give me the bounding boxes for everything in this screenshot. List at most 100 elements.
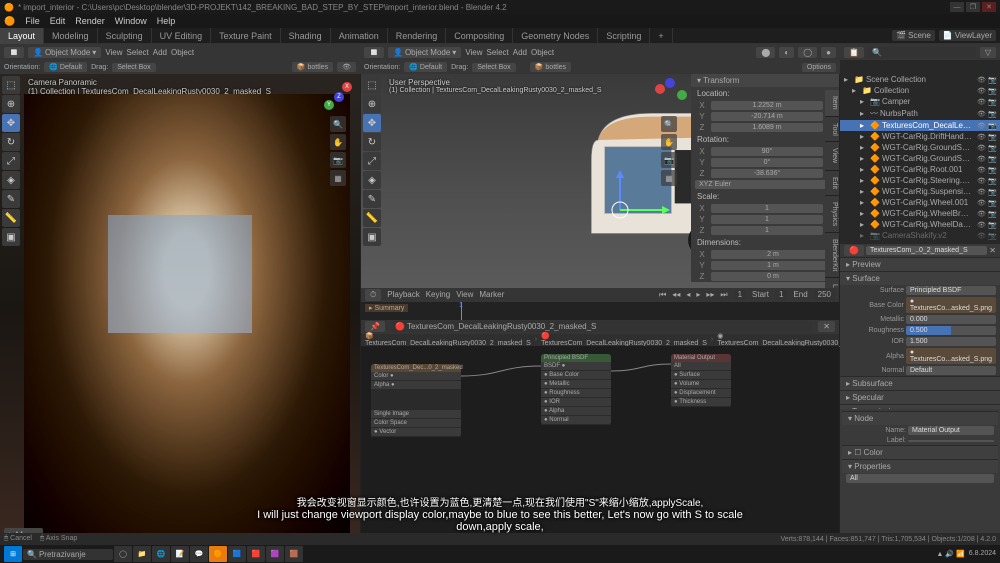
scale-y-input[interactable]: 1	[711, 215, 823, 224]
surface-shader[interactable]: Principled BSDF	[906, 286, 996, 295]
render-icon[interactable]: 📷	[988, 166, 998, 174]
current-frame[interactable]: 1	[734, 289, 746, 300]
render-icon[interactable]: 📷	[988, 221, 998, 229]
pin-icon[interactable]: 📌	[365, 321, 385, 332]
selectbox[interactable]: Select Box	[472, 63, 515, 72]
camera-icon[interactable]: 📷	[661, 152, 677, 168]
tree-toggle-icon[interactable]: ▸	[860, 121, 868, 130]
tool-select[interactable]: ⬚	[2, 76, 20, 94]
surface-section[interactable]: ▾ Surface	[840, 271, 1000, 285]
loc-x-input[interactable]: 1.2252 m	[711, 101, 823, 110]
prev-key-icon[interactable]: ◂◂	[672, 290, 680, 299]
vtab-tool[interactable]: Tool	[825, 117, 839, 143]
tool-addcube[interactable]: ▣	[2, 228, 20, 246]
taskbar-clock[interactable]: 6.8.2024	[969, 550, 996, 558]
task-icon[interactable]: ◯	[114, 546, 132, 562]
tree-toggle-icon[interactable]: ▸	[860, 198, 868, 207]
outliner-item[interactable]: ▸🔶TexturesCom_DecalLeakingRusty003(👁📷	[840, 120, 1000, 131]
task-app[interactable]: 🟪	[266, 546, 284, 562]
eye-icon[interactable]: 👁	[977, 122, 987, 130]
minimize-button[interactable]: —	[950, 2, 964, 12]
viewlayer-field[interactable]: 📄 ViewLayer	[939, 30, 996, 41]
pan-icon[interactable]: ✋	[330, 134, 346, 150]
outliner-filter[interactable]: ▽	[980, 47, 996, 58]
eye-icon[interactable]: 👁	[977, 98, 987, 106]
eye-icon[interactable]: 👁	[977, 144, 987, 152]
eye-icon[interactable]: 👁	[977, 133, 987, 141]
nside-color[interactable]: ▸ ☐ Color	[842, 445, 998, 459]
nside-node[interactable]: ▾ Node	[842, 411, 998, 425]
render-icon[interactable]: 📷	[988, 133, 998, 141]
unlink-icon[interactable]: ✕	[818, 321, 835, 332]
scale-z-input[interactable]: 1	[711, 226, 823, 235]
tool-transform[interactable]: ◈	[2, 171, 20, 189]
task-browser[interactable]: 🌐	[152, 546, 170, 562]
transform-header[interactable]: ▾ Transform	[691, 74, 839, 87]
tl-view[interactable]: View	[456, 290, 473, 299]
tool-annotate[interactable]: ✎	[2, 190, 20, 208]
render-icon[interactable]: 📷	[988, 199, 998, 207]
start-button[interactable]: ⊞	[4, 546, 22, 562]
tool-move[interactable]: ✥	[363, 114, 381, 132]
ior-input[interactable]: 1.500	[906, 337, 996, 346]
render-icon[interactable]: 📷	[988, 76, 998, 84]
hdr-select[interactable]: Select	[487, 48, 509, 57]
vtab-bkit[interactable]: BlenderKit	[825, 233, 839, 278]
camera-icon[interactable]: 📷	[330, 152, 346, 168]
menu-window[interactable]: Window	[115, 16, 147, 26]
selectbox[interactable]: Select Box	[112, 63, 155, 72]
outliner-item[interactable]: ▸📷CameraShakify.v2👁📷	[840, 230, 1000, 241]
tab-modeling[interactable]: Modeling	[44, 28, 98, 44]
tool-measure[interactable]: 📏	[363, 209, 381, 227]
basecolor-input[interactable]: ● TexturesCo...asked_S.png	[906, 297, 996, 313]
outliner-item[interactable]: ▸🔶WGT-CarRig.Suspension.001👁📷	[840, 186, 1000, 197]
zoom-icon[interactable]: 🔍	[661, 116, 677, 132]
roughness-slider[interactable]: 0.500	[906, 326, 996, 335]
outliner-item[interactable]: ▸🔶WGT-CarRig.Root.001👁📷	[840, 164, 1000, 175]
hdr-view[interactable]: View	[465, 48, 482, 57]
alpha-input[interactable]: ● TexturesCo...asked_S.png	[906, 348, 996, 364]
options-button[interactable]: Options	[802, 63, 836, 72]
loc-y-input[interactable]: -20.714 m	[711, 112, 823, 121]
normal-input[interactable]: Default	[906, 366, 996, 375]
tab-uv[interactable]: UV Editing	[152, 28, 212, 44]
task-chat[interactable]: 💬	[190, 546, 208, 562]
tl-marker[interactable]: Marker	[479, 290, 504, 299]
tool-transform[interactable]: ◈	[363, 171, 381, 189]
rotmode-select[interactable]: XYZ Euler	[695, 180, 835, 189]
shading-render[interactable]: ●	[821, 47, 836, 58]
tl-keying[interactable]: Keying	[426, 290, 450, 299]
tool-rotate[interactable]: ↻	[363, 133, 381, 151]
hdr-add[interactable]: Add	[513, 48, 527, 57]
tab-texpaint[interactable]: Texture Paint	[211, 28, 281, 44]
scene-field[interactable]: 🎬 Scene	[892, 30, 935, 41]
tree-toggle-icon[interactable]: ▸	[860, 143, 868, 152]
task-notes[interactable]: 📝	[171, 546, 189, 562]
rot-z-input[interactable]: -38.636°	[711, 169, 823, 178]
shading-solid[interactable]: ⬤	[756, 47, 775, 58]
tool-move[interactable]: ✥	[2, 114, 20, 132]
menu-edit[interactable]: Edit	[50, 16, 66, 26]
tool-select[interactable]: ⬚	[363, 76, 381, 94]
tab-anim[interactable]: Animation	[331, 28, 388, 44]
vtab-view[interactable]: View	[825, 142, 839, 170]
outliner-item[interactable]: ▸📁Scene Collection👁📷	[840, 74, 1000, 85]
vtab-physics[interactable]: Physics	[825, 196, 839, 233]
play-icon[interactable]: ▸	[696, 290, 700, 299]
dim-z[interactable]: 0 m	[711, 272, 835, 281]
rot-x-input[interactable]: 90°	[711, 147, 823, 156]
taskbar-search[interactable]: 🔍 Pretrazivanje	[23, 549, 113, 560]
shading-wire[interactable]: ◯	[798, 47, 817, 58]
hdr-select[interactable]: Select	[127, 48, 149, 57]
shading-mat[interactable]: ◐	[779, 47, 794, 58]
hdr-object[interactable]: Object	[531, 48, 554, 57]
end-frame[interactable]: 250	[814, 289, 835, 300]
nav-gizmo[interactable]	[651, 78, 687, 114]
tree-toggle-icon[interactable]: ▸	[860, 220, 868, 229]
menu-file[interactable]: File	[25, 16, 40, 26]
right-viewport[interactable]: ⬚ ⊕ ✥ ↻ ⤢ ◈ ✎ 📏 ▣ User Perspective (1) C…	[361, 74, 839, 288]
jump-end-icon[interactable]: ⏭	[720, 290, 727, 300]
outliner-item[interactable]: ▸〰NurbsPath👁📷	[840, 107, 1000, 120]
target-select[interactable]: All	[846, 474, 994, 483]
loc-z-input[interactable]: 1.6089 m	[711, 123, 823, 132]
